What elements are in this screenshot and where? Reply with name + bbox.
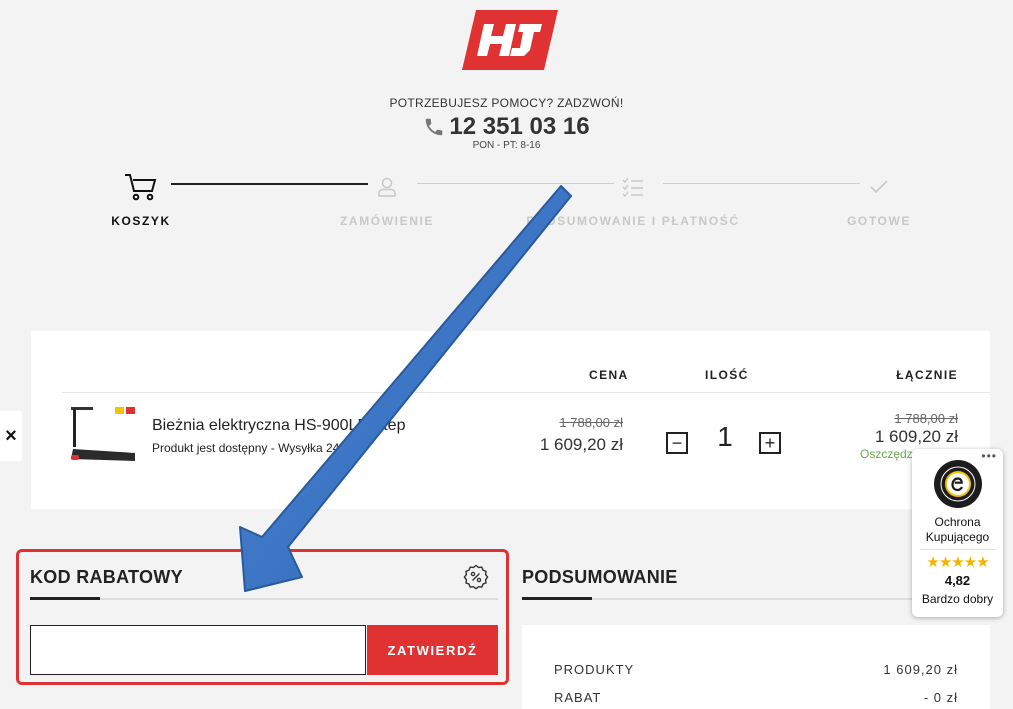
widget-menu-icon[interactable]: ••• <box>981 449 997 463</box>
step-done[interactable]: GOTOWE <box>809 170 949 228</box>
coupon-title: KOD RABATOWY <box>30 567 183 587</box>
step-label: PODSUMOWANIE I PŁATNOŚĆ <box>526 214 740 228</box>
product-availability: Produkt jest dostępny - Wysyłka 24h <box>152 441 346 455</box>
trusted-shops-widget[interactable]: ••• Ochrona Kupującego ★★★★★ 4,82 Bardzo… <box>912 449 1003 617</box>
qty-decrease-button[interactable]: − <box>666 432 688 454</box>
step-label: GOTOWE <box>846 214 912 228</box>
ts-divider <box>920 549 995 550</box>
column-total: ŁĄCZNIE <box>896 368 958 382</box>
summary-row-discount: RABAT - 0 zł <box>554 690 958 705</box>
user-icon <box>378 177 396 197</box>
unit-price-new: 1 609,20 zł <box>539 435 623 454</box>
summary-label: RABAT <box>554 690 602 705</box>
step-cart[interactable]: KOSZYK <box>71 170 211 228</box>
trusted-shops-seal-icon <box>934 460 982 508</box>
ts-rating-text: Bardzo dobry <box>921 592 994 606</box>
summary-value: 1 609,20 zł <box>883 662 958 677</box>
remove-item-button[interactable]: × <box>0 411 22 461</box>
summary-value: - 0 zł <box>923 690 958 705</box>
coupon-submit-button[interactable]: ZATWIERDŹ <box>367 625 498 675</box>
coupon-title-rule <box>30 597 498 600</box>
column-price: CENA <box>589 368 629 382</box>
ts-score: 4,82 <box>944 573 971 588</box>
checkout-stepper: KOSZYK ZAMÓWIENIE PODSUMOWANIE I PŁATNOŚ… <box>0 170 1013 240</box>
checklist-icon <box>622 177 643 197</box>
hj-logo[interactable] <box>462 10 558 70</box>
phone-text: 12 351 03 16 <box>449 113 590 140</box>
header-divider <box>62 392 990 393</box>
product-name[interactable]: Bieżnia elektryczna HS-900LB Step <box>152 417 405 435</box>
total-price-new: 1 609,20 zł <box>874 427 958 446</box>
total-price-old: 1 788,00 zł <box>894 411 958 426</box>
rating-stars-icon: ★★★★★ <box>926 554 989 571</box>
phone-number[interactable]: 12 351 03 16 <box>0 113 1013 141</box>
summary-title: PODSUMOWANIE <box>522 567 678 587</box>
percent-badge-icon <box>463 564 489 590</box>
step-summary-payment[interactable]: PODSUMOWANIE I PŁATNOŚĆ <box>526 170 738 228</box>
step-label: KOSZYK <box>111 214 171 228</box>
phone-icon <box>426 118 443 136</box>
step-order[interactable]: ZAMÓWIENIE <box>317 170 457 228</box>
qty-value: 1 <box>717 421 733 452</box>
opening-hours: PON - PT: 8-16 <box>472 140 541 151</box>
unit-price-old: 1 788,00 zł <box>559 415 623 430</box>
step-label: ZAMÓWIENIE <box>340 214 434 228</box>
help-question: POTRZEBUJESZ POMOCY? ZADZWOŃ! <box>389 96 624 110</box>
ts-protection-label: Ochrona Kupującego <box>925 515 990 544</box>
product-image[interactable] <box>65 405 139 467</box>
qty-increase-button[interactable]: + <box>759 432 781 454</box>
coupon-code-input[interactable] <box>30 625 366 675</box>
column-quantity: ILOŚĆ <box>705 368 749 382</box>
check-icon <box>870 180 888 194</box>
cart-icon <box>125 174 157 201</box>
summary-label: PRODUKTY <box>554 662 635 677</box>
summary-row-products: PRODUKTY 1 609,20 zł <box>554 662 958 677</box>
summary-box: PRODUKTY 1 609,20 zł RABAT - 0 zł <box>522 625 990 709</box>
cart-table: CENA ILOŚĆ ŁĄCZNIE Bieżnia elektryczna H… <box>31 331 990 509</box>
